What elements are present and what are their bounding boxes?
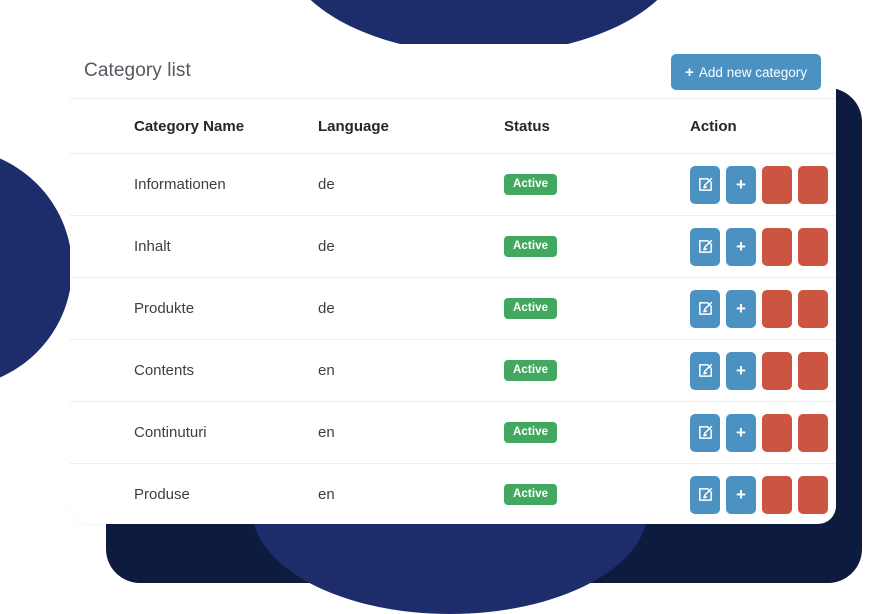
cell-status: Active	[504, 339, 690, 402]
cell-actions: +	[690, 215, 836, 278]
plus-icon: +	[736, 175, 746, 194]
add-child-button[interactable]: +	[726, 413, 756, 452]
add-child-button[interactable]: +	[726, 475, 756, 514]
action-button-group: +	[690, 227, 828, 266]
card-header: Category list + Add new category	[70, 44, 836, 99]
delete-button[interactable]	[762, 227, 792, 266]
cell-language: en	[318, 339, 504, 402]
cell-status: Active	[504, 463, 690, 524]
edit-button[interactable]	[690, 475, 720, 514]
status-badge: Active	[504, 297, 558, 320]
cell-language: de	[318, 277, 504, 340]
page-title: Category list	[84, 60, 191, 81]
add-child-button[interactable]: +	[726, 165, 756, 204]
cell-actions: +	[690, 153, 836, 216]
cell-status: Active	[504, 153, 690, 216]
cell-language: en	[318, 463, 504, 524]
column-header-status: Status	[504, 99, 690, 154]
remove-button[interactable]	[798, 289, 828, 328]
cell-status: Active	[504, 401, 690, 464]
table-row: Informationen de Active +	[70, 153, 836, 216]
remove-button[interactable]	[798, 227, 828, 266]
edit-button[interactable]	[690, 351, 720, 390]
cell-category-name: Inhalt	[70, 215, 318, 278]
cell-category-name: Produkte	[70, 277, 318, 340]
decorative-circle-left	[0, 148, 72, 388]
delete-button[interactable]	[762, 413, 792, 452]
action-button-group: +	[690, 475, 828, 514]
plus-icon: +	[685, 63, 694, 81]
delete-button[interactable]	[762, 475, 792, 514]
cell-actions: +	[690, 277, 836, 340]
table-header-row: Category Name Language Status Action	[70, 99, 836, 154]
plus-icon: +	[736, 237, 746, 256]
cell-status: Active	[504, 215, 690, 278]
status-badge: Active	[504, 173, 558, 196]
action-button-group: +	[690, 165, 828, 204]
add-new-category-button[interactable]: + Add new category	[671, 54, 821, 90]
delete-button[interactable]	[762, 351, 792, 390]
category-table: Category Name Language Status Action Inf…	[70, 99, 836, 524]
add-child-button[interactable]: +	[726, 351, 756, 390]
cell-language: en	[318, 401, 504, 464]
column-header-language: Language	[318, 99, 504, 154]
status-badge: Active	[504, 483, 558, 506]
column-header-category-name: Category Name	[70, 99, 318, 154]
cell-actions: +	[690, 463, 836, 524]
status-badge: Active	[504, 235, 558, 258]
delete-button[interactable]	[762, 165, 792, 204]
cell-language: de	[318, 153, 504, 216]
edit-button[interactable]	[690, 289, 720, 328]
add-child-button[interactable]: +	[726, 289, 756, 328]
remove-button[interactable]	[798, 413, 828, 452]
action-button-group: +	[690, 413, 828, 452]
add-new-category-label: Add new category	[698, 64, 807, 80]
edit-square-icon	[697, 176, 714, 193]
table-header: Category Name Language Status Action	[70, 99, 836, 154]
edit-square-icon	[697, 362, 714, 379]
cell-actions: +	[690, 339, 836, 402]
edit-button[interactable]	[690, 227, 720, 266]
table-row: Continuturi en Active +	[70, 401, 836, 464]
table-row: Inhalt de Active +	[70, 215, 836, 278]
page-root: Category list + Add new category Categor…	[0, 0, 892, 614]
status-badge: Active	[504, 359, 558, 382]
action-button-group: +	[690, 351, 828, 390]
edit-square-icon	[697, 238, 714, 255]
cell-category-name: Informationen	[70, 153, 318, 216]
edit-square-icon	[697, 300, 714, 317]
status-badge: Active	[504, 421, 558, 444]
cell-category-name: Produse	[70, 463, 318, 524]
remove-button[interactable]	[798, 351, 828, 390]
edit-button[interactable]	[690, 165, 720, 204]
cell-status: Active	[504, 277, 690, 340]
plus-icon: +	[736, 485, 746, 504]
cell-actions: +	[690, 401, 836, 464]
cell-language: de	[318, 215, 504, 278]
table-row: Produkte de Active +	[70, 277, 836, 340]
edit-button[interactable]	[690, 413, 720, 452]
category-list-card: Category list + Add new category Categor…	[70, 44, 836, 524]
cell-category-name: Continuturi	[70, 401, 318, 464]
edit-square-icon	[697, 486, 714, 503]
plus-icon: +	[736, 299, 746, 318]
remove-button[interactable]	[798, 475, 828, 514]
remove-button[interactable]	[798, 165, 828, 204]
table-row: Produse en Active +	[70, 463, 836, 524]
delete-button[interactable]	[762, 289, 792, 328]
edit-square-icon	[697, 424, 714, 441]
plus-icon: +	[736, 423, 746, 442]
action-button-group: +	[690, 289, 828, 328]
table-body: Informationen de Active + Inhalt de Active + Pro…	[70, 153, 836, 524]
plus-icon: +	[736, 361, 746, 380]
table-row: Contents en Active +	[70, 339, 836, 402]
cell-category-name: Contents	[70, 339, 318, 402]
column-header-action: Action	[690, 99, 836, 154]
add-child-button[interactable]: +	[726, 227, 756, 266]
